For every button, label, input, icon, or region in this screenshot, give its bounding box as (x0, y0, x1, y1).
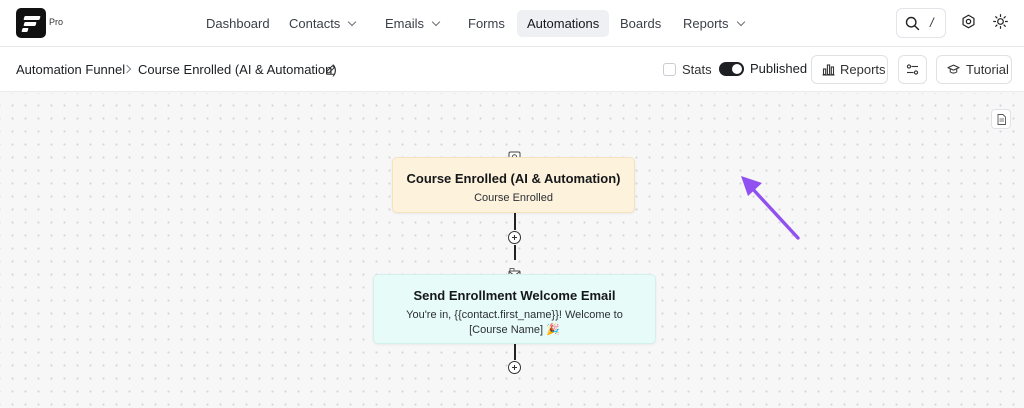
main-menu: Dashboard Contacts Emails Forms Automati… (0, 0, 1024, 47)
trigger-node[interactable]: Course Enrolled (AI & Automation) Course… (392, 157, 635, 213)
email-node-preview-line2: [Course Name] 🎉 (469, 324, 560, 336)
add-step-button[interactable] (508, 361, 521, 374)
search-shortcut: / (930, 15, 934, 30)
automation-header: Automation Funnel Course Enrolled (AI & … (0, 47, 1024, 92)
nav-dashboard[interactable]: Dashboard (196, 10, 280, 37)
email-node-preview-line1: You're in, {{contact.first_name}}! Welco… (406, 309, 623, 321)
connector-line (514, 245, 516, 260)
nav-emails[interactable]: Emails (375, 10, 449, 37)
sliders-icon (906, 64, 919, 75)
document-button[interactable] (991, 109, 1011, 129)
nav-reports[interactable]: Reports (673, 10, 754, 37)
workflow-canvas[interactable]: Course Enrolled (AI & Automation) Course… (0, 93, 1024, 408)
breadcrumb-parent[interactable]: Automation Funnel (16, 62, 125, 77)
search-button[interactable]: / (896, 8, 946, 38)
tutorial-button-label: Tutorial (966, 62, 1009, 77)
nav-contacts[interactable]: Contacts (279, 10, 365, 37)
stats-label: Stats (682, 62, 712, 77)
graduation-cap-icon (947, 64, 960, 74)
trigger-node-subtitle: Course Enrolled (474, 192, 553, 204)
nav-forms[interactable]: Forms (458, 10, 515, 37)
gear-icon[interactable] (961, 14, 976, 29)
filters-button[interactable] (898, 55, 927, 84)
pencil-icon[interactable] (325, 64, 336, 75)
published-toggle[interactable] (719, 62, 744, 76)
search-icon (905, 16, 920, 31)
bar-chart-icon (822, 64, 835, 76)
top-navigation: Pro Dashboard Contacts Emails Forms Auto… (0, 0, 1024, 47)
sun-icon[interactable] (993, 14, 1008, 29)
trigger-node-title: Course Enrolled (AI & Automation) (406, 171, 621, 186)
tutorial-button[interactable]: Tutorial (936, 55, 1012, 84)
add-step-button[interactable] (508, 231, 521, 244)
chevron-down-icon (431, 17, 441, 27)
document-icon (997, 114, 1006, 125)
page-title: Course Enrolled (AI & Automation) (138, 62, 337, 77)
reports-button-label: Reports (840, 62, 886, 77)
email-node-title: Send Enrollment Welcome Email (413, 288, 616, 303)
nav-automations[interactable]: Automations (517, 10, 610, 37)
annotation-arrow (741, 176, 800, 240)
chevron-down-icon (736, 17, 745, 27)
connector-line (514, 344, 516, 360)
chevron-down-icon (348, 17, 357, 27)
published-label: Published (750, 61, 808, 76)
connector-line (514, 213, 516, 230)
reports-button[interactable]: Reports (811, 55, 888, 84)
stats-checkbox[interactable] (663, 63, 676, 76)
email-node[interactable]: Send Enrollment Welcome Email You're in,… (373, 274, 656, 344)
nav-boards[interactable]: Boards (610, 10, 671, 37)
